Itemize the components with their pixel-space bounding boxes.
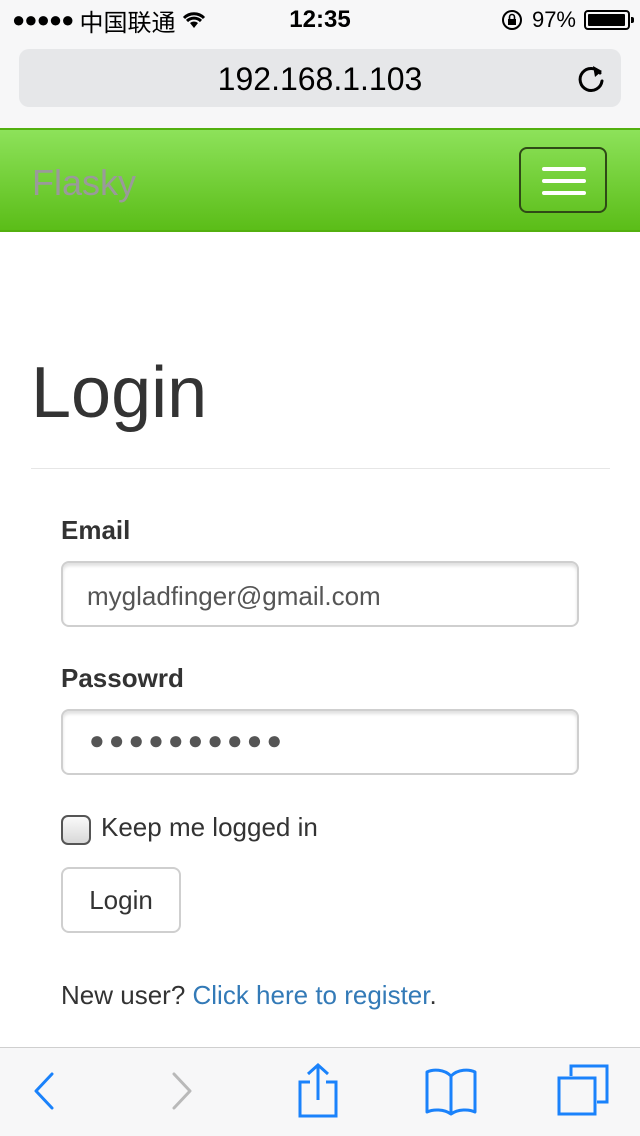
navbar-brand[interactable]: Flasky <box>32 162 136 204</box>
register-link[interactable]: Click here to register <box>193 980 430 1010</box>
remember-label[interactable]: Keep me logged in <box>101 812 318 843</box>
page-title: Login <box>31 353 208 433</box>
rotation-lock-icon <box>501 10 522 30</box>
share-icon[interactable] <box>296 1062 340 1118</box>
hamburger-icon <box>542 167 586 171</box>
reload-icon[interactable] <box>575 61 607 95</box>
login-button[interactable]: Login <box>61 867 181 933</box>
password-value: ●●●●●●●●●● <box>89 725 287 755</box>
back-icon[interactable] <box>30 1066 58 1116</box>
email-value: mygladfinger@gmail.com <box>87 581 381 611</box>
hamburger-icon <box>542 191 586 195</box>
remember-checkbox[interactable] <box>61 815 91 845</box>
url-text[interactable]: 192.168.1.103 <box>19 61 621 98</box>
bookmarks-icon[interactable] <box>424 1066 478 1116</box>
battery-percent: 97% <box>531 7 576 32</box>
hamburger-icon <box>542 179 586 183</box>
navbar: Flasky <box>0 128 640 232</box>
title-divider <box>31 468 610 469</box>
password-label: Passowrd <box>61 663 184 693</box>
register-prefix: New user? <box>61 980 193 1010</box>
tabs-icon[interactable] <box>557 1064 609 1116</box>
browser-address-area: 192.168.1.103 <box>0 40 640 129</box>
register-text: New user? Click here to register. <box>61 980 437 1011</box>
forward-icon[interactable] <box>168 1066 196 1116</box>
battery-level <box>588 14 625 26</box>
address-bar[interactable]: 192.168.1.103 <box>19 49 621 107</box>
email-field[interactable]: mygladfinger@gmail.com <box>61 561 579 627</box>
register-suffix: . <box>429 980 437 1010</box>
status-right: 97% <box>500 6 634 34</box>
email-label: Email <box>61 515 131 545</box>
password-field[interactable]: ●●●●●●●●●● <box>61 709 579 775</box>
menu-toggle-button[interactable] <box>519 147 607 213</box>
status-bar: ●●●●● 中国联通 12:35 97% <box>0 0 640 40</box>
browser-toolbar <box>0 1047 640 1136</box>
battery-icon <box>584 10 634 30</box>
